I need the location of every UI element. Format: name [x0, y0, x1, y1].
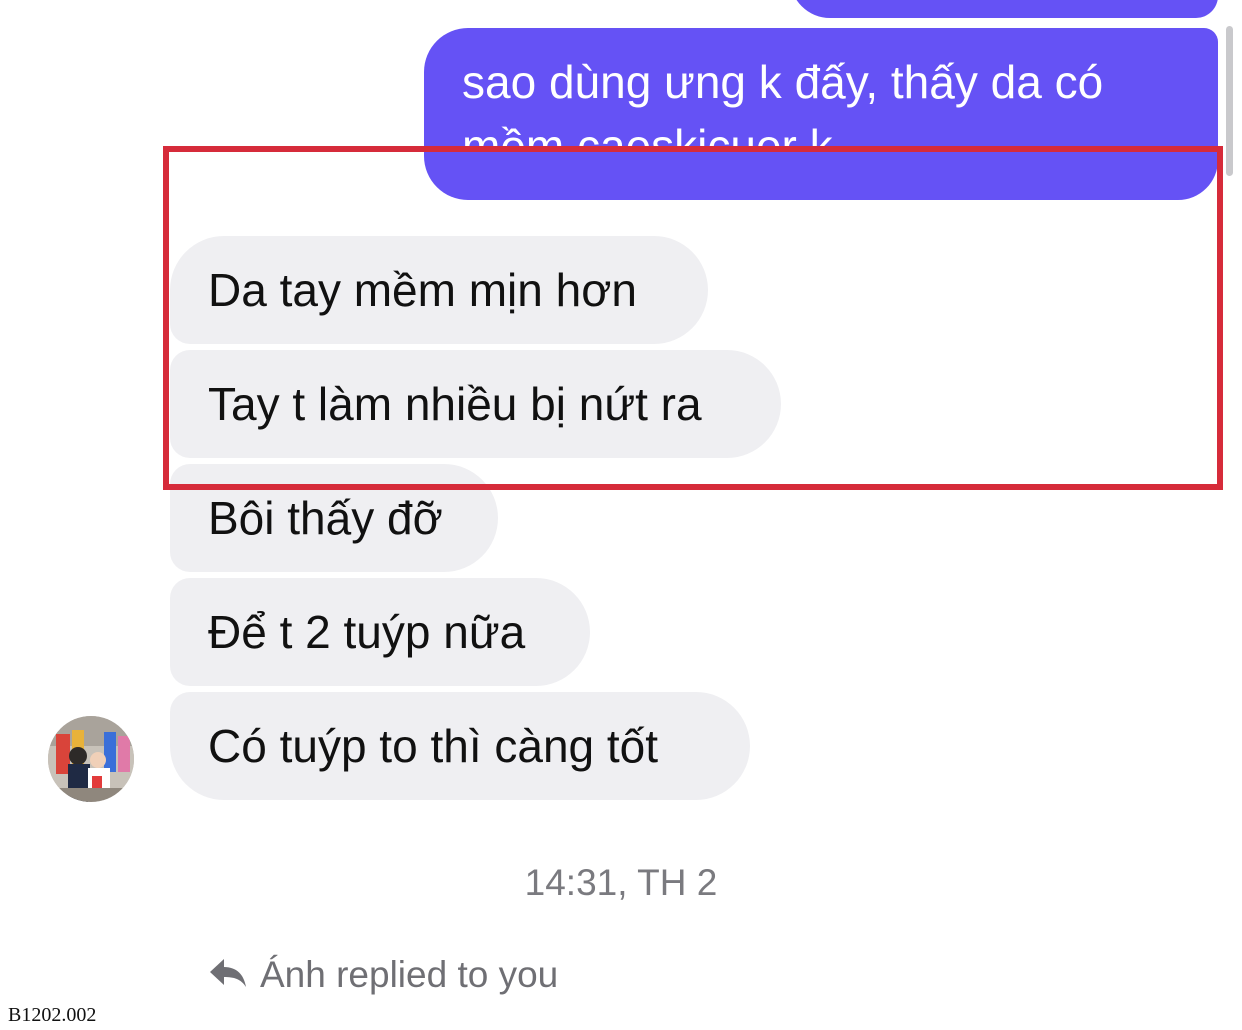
incoming-message-bubble[interactable]: Để t 2 tuýp nữa	[170, 578, 590, 686]
incoming-message-bubble[interactable]: Có tuýp to thì càng tốt	[170, 692, 750, 800]
outgoing-message-line-1: sao dùng ưng k đấy, thấy da có	[462, 56, 1104, 108]
reply-arrow-icon	[208, 952, 248, 988]
outgoing-message-line-2: mềm caeskicuer k	[462, 120, 833, 152]
timestamp-text: 14:31, TH 2	[524, 862, 718, 903]
image-watermark-code: B1202.002	[8, 1004, 97, 1026]
message-text: Bôi thấy đỡ	[208, 492, 443, 544]
reply-indicator[interactable]: Ánh replied to you	[208, 948, 558, 1002]
scrollbar-thumb[interactable]	[1226, 26, 1233, 176]
incoming-message-bubble[interactable]: Da tay mềm mịn hơn	[170, 236, 708, 344]
incoming-message-bubble[interactable]: Bôi thấy đỡ	[170, 464, 498, 572]
incoming-message-bubble[interactable]: Tay t làm nhiều bị nứt ra	[170, 350, 781, 458]
message-timestamp: 14:31, TH 2	[0, 862, 1242, 904]
avatar-photo-icon	[48, 716, 134, 802]
outgoing-message-bubble[interactable]: sao dùng ưng k đấy, thấy da có mềm caesk…	[424, 28, 1218, 200]
reply-note-text: Ánh replied to you	[260, 954, 559, 995]
contact-avatar[interactable]	[48, 716, 134, 802]
message-text: Để t 2 tuýp nữa	[208, 606, 526, 658]
message-text: Da tay mềm mịn hơn	[208, 264, 637, 316]
outgoing-message-bubble-previous[interactable]	[790, 0, 1218, 18]
message-text: Có tuýp to thì càng tốt	[208, 720, 659, 772]
message-text: Tay t làm nhiều bị nứt ra	[208, 378, 702, 430]
